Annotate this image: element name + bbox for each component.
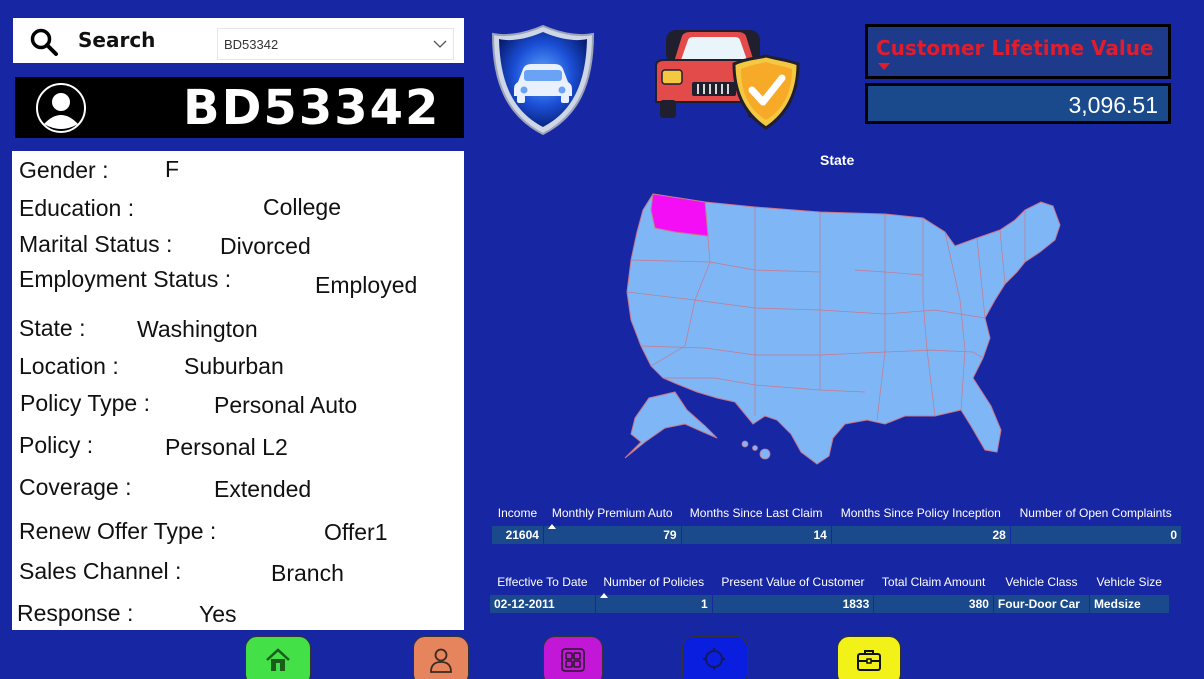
briefcase-icon	[857, 650, 881, 671]
detail-value-gender: F	[165, 156, 180, 182]
table-row: 02-12-2011 1 1833 380 Four-Door Car Meds…	[489, 595, 1169, 613]
nav-home-button[interactable]	[245, 636, 311, 679]
nav-profile-button[interactable]	[413, 636, 469, 679]
column-header-monthly-premium-auto[interactable]: Monthly Premium Auto	[543, 500, 682, 529]
table-cell-total-claim-amount: 380	[873, 595, 994, 613]
clv-value-box: 3,096.51	[865, 83, 1171, 124]
grid-icon	[561, 648, 585, 672]
table-row: 21604 79 14 28 0	[491, 526, 1181, 544]
detail-value-sales-channel: Branch	[271, 560, 344, 586]
customer-lifetime-value-card: Customer Lifetime Value 3,096.51	[865, 24, 1171, 124]
nav-search-button[interactable]	[682, 636, 748, 679]
customer-select-value: BD53342	[224, 37, 279, 52]
table-cell-present-value-of-customer: 1833	[711, 595, 874, 613]
search-bar: Search BD53342	[13, 18, 464, 63]
table-cell-number-of-policies: 1	[594, 595, 713, 613]
shield-car-logo	[491, 24, 595, 136]
search-icon	[30, 28, 58, 56]
search-label: Search	[78, 28, 156, 52]
detail-label-coverage: Coverage :	[19, 474, 132, 500]
detail-value-renew-offer-type: Offer1	[324, 519, 388, 545]
table-cell-vehicle-size: Medsize	[1088, 595, 1169, 613]
map-title: State	[820, 152, 855, 168]
detail-label-education: Education :	[19, 195, 135, 221]
table-cell-months-since-policy-inception: 28	[830, 526, 1011, 544]
column-header-number-of-open-complaints[interactable]: Number of Open Complaints	[1010, 500, 1181, 526]
customer-details-panel: Gender : F Education : College Marital S…	[12, 151, 464, 630]
column-header-number-of-policies[interactable]: Number of Policies	[595, 569, 713, 598]
table-cell-number-of-open-complaints: 0	[1009, 526, 1181, 544]
column-header-label: Monthly Premium Auto	[551, 506, 673, 520]
column-header-effective-to-date[interactable]: Effective To Date	[489, 569, 596, 595]
clv-value: 3,096.51	[1068, 92, 1158, 118]
detail-label-policy-type: Policy Type :	[20, 390, 150, 416]
detail-value-marital-status: Divorced	[220, 233, 311, 259]
us-state-map[interactable]	[605, 180, 1085, 465]
column-header-present-value-of-customer[interactable]: Present Value of Customer	[712, 569, 874, 595]
customer-metrics-table-2: Effective To Date Number of Policies Pre…	[489, 569, 1169, 613]
column-header-months-since-policy-inception[interactable]: Months Since Policy Inception	[831, 500, 1011, 526]
avatar	[36, 83, 86, 133]
nav-grid-button[interactable]	[543, 636, 603, 679]
detail-label-employment-status: Employment Status :	[19, 266, 232, 292]
table-cell-vehicle-class: Four-Door Car	[992, 595, 1090, 613]
state-hawaii	[741, 440, 771, 460]
detail-label-renew-offer-type: Renew Offer Type :	[19, 518, 217, 544]
clv-title-box: Customer Lifetime Value	[865, 24, 1171, 79]
table-cell-income: 21604	[491, 526, 544, 544]
detail-label-marital-status: Marital Status :	[19, 231, 173, 257]
customer-id: BD53342	[183, 80, 441, 136]
table-cell-monthly-premium-auto: 79	[542, 526, 682, 544]
nav-briefcase-button[interactable]	[837, 636, 901, 679]
detail-value-location: Suburban	[184, 353, 284, 379]
sort-ascending-icon	[548, 524, 557, 529]
search-icon	[703, 648, 725, 670]
customer-metrics-table-1: Income Monthly Premium Auto Months Since…	[491, 500, 1181, 544]
detail-label-policy: Policy :	[19, 432, 94, 458]
chevron-down-icon[interactable]	[433, 37, 447, 51]
detail-value-policy-type: Personal Auto	[214, 392, 358, 418]
detail-label-sales-channel: Sales Channel :	[19, 558, 182, 584]
table-cell-months-since-last-claim: 14	[680, 526, 832, 544]
caret-down-icon	[878, 63, 890, 70]
sort-ascending-icon	[600, 593, 609, 598]
detail-value-coverage: Extended	[214, 476, 312, 502]
home-icon	[266, 648, 290, 671]
customer-id-bar: BD53342	[15, 77, 464, 138]
column-header-vehicle-class[interactable]: Vehicle Class	[993, 569, 1090, 595]
detail-label-location: Location :	[19, 353, 119, 379]
column-header-vehicle-size[interactable]: Vehicle Size	[1089, 569, 1169, 595]
detail-label-gender: Gender :	[19, 157, 109, 183]
state-alaska	[624, 391, 718, 459]
column-header-label: Number of Policies	[603, 575, 705, 589]
detail-value-policy: Personal L2	[165, 434, 288, 460]
car-insurance-logo	[655, 30, 800, 130]
user-icon	[430, 648, 452, 673]
table-cell-effective-to-date: 02-12-2011	[489, 595, 596, 613]
column-header-total-claim-amount[interactable]: Total Claim Amount	[873, 569, 994, 595]
detail-label-state: State :	[19, 315, 86, 341]
clv-title: Customer Lifetime Value	[876, 36, 1154, 60]
detail-value-response: Yes	[199, 601, 237, 627]
detail-value-state: Washington	[137, 316, 258, 342]
customer-select-dropdown[interactable]: BD53342	[217, 28, 454, 60]
detail-value-employment-status: Employed	[315, 272, 418, 298]
column-header-months-since-last-claim[interactable]: Months Since Last Claim	[681, 500, 832, 526]
column-header-income[interactable]: Income	[491, 500, 544, 526]
detail-label-response: Response :	[17, 600, 134, 626]
detail-value-education: College	[263, 194, 341, 220]
